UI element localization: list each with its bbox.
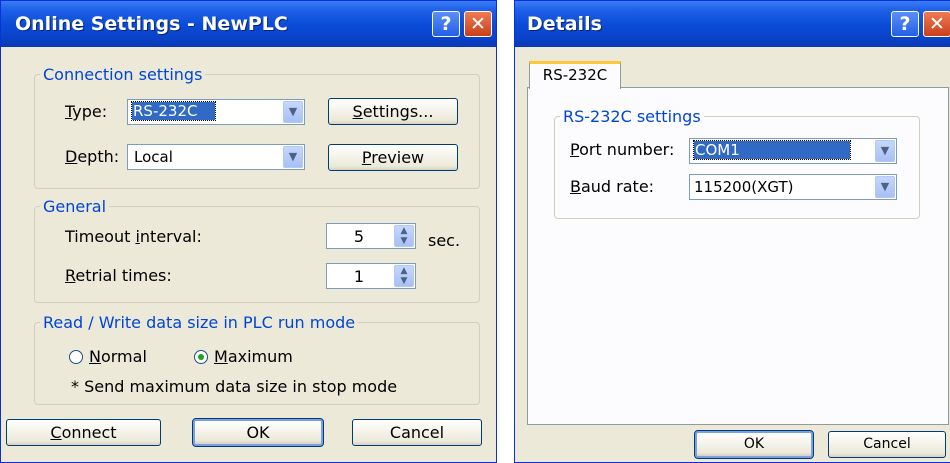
- connect-button[interactable]: Connect: [6, 419, 161, 446]
- cancel-button[interactable]: Cancel: [352, 419, 482, 446]
- stop-mode-note: * Send maximum data size in stop mode: [71, 377, 398, 396]
- port-number-label: Port number:: [570, 140, 675, 159]
- timeout-unit: sec.: [428, 231, 461, 250]
- radio-selected-dot: [198, 354, 204, 360]
- baud-rate-value: 115200(XGT): [694, 178, 794, 196]
- online-settings-dialog: Online Settings - NewPLC ? ✕ Connection …: [0, 0, 497, 463]
- timeout-spinner[interactable]: 5 ▲ ▼: [326, 223, 416, 249]
- help-button[interactable]: ?: [432, 11, 460, 37]
- normal-radio[interactable]: [69, 350, 83, 364]
- read-write-legend: Read / Write data size in PLC run mode: [43, 313, 356, 332]
- type-label: Type:: [65, 102, 108, 121]
- timeout-label: Timeout interval:: [65, 227, 202, 246]
- close-button[interactable]: ✕: [464, 11, 492, 37]
- type-value: RS-232C: [130, 101, 217, 121]
- title-bar[interactable]: Online Settings - NewPLC ? ✕: [1, 1, 496, 47]
- type-combo[interactable]: RS-232C ▼: [127, 99, 305, 125]
- chevron-down-icon[interactable]: ▼: [875, 176, 895, 198]
- maximum-radio[interactable]: [194, 350, 208, 364]
- depth-label: Depth:: [65, 147, 120, 166]
- dialog-title: Online Settings - NewPLC: [15, 13, 288, 35]
- chevron-down-icon[interactable]: ▼: [875, 140, 895, 162]
- general-legend: General: [43, 197, 107, 216]
- preview-button[interactable]: Preview: [328, 144, 458, 171]
- baud-rate-combo[interactable]: 115200(XGT) ▼: [689, 174, 897, 200]
- dialog-title: Details: [527, 13, 602, 35]
- connection-settings-legend: Connection settings: [43, 65, 203, 84]
- baud-rate-label: Baud rate:: [570, 177, 655, 196]
- port-number-combo[interactable]: COM1 ▼: [689, 138, 897, 164]
- details-dialog: Details ? ✕ RS-232C RS-232C settings Por…: [514, 0, 950, 463]
- cancel-button[interactable]: Cancel: [828, 431, 946, 458]
- retrial-spinner[interactable]: 1 ▲ ▼: [326, 263, 416, 289]
- close-button[interactable]: ✕: [923, 11, 950, 37]
- retrial-value: 1: [353, 267, 365, 286]
- spin-arrows-icon[interactable]: ▲ ▼: [394, 225, 414, 247]
- ok-button[interactable]: OK: [694, 430, 814, 459]
- tab-label: RS-232C: [542, 66, 608, 84]
- title-bar[interactable]: Details ? ✕: [515, 1, 950, 47]
- rs232c-settings-legend: RS-232C settings: [563, 107, 701, 126]
- help-button[interactable]: ?: [891, 11, 919, 37]
- settings-button[interactable]: Settings...: [328, 98, 458, 125]
- port-number-value: COM1: [693, 140, 851, 160]
- chevron-down-icon[interactable]: ▼: [283, 101, 303, 123]
- ok-button[interactable]: OK: [192, 418, 324, 447]
- timeout-value: 5: [353, 227, 365, 246]
- retrial-label: Retrial times:: [65, 266, 172, 285]
- normal-label[interactable]: Normal: [89, 347, 147, 366]
- depth-combo[interactable]: Local ▼: [127, 144, 305, 170]
- tab-rs232c[interactable]: RS-232C: [529, 61, 621, 89]
- maximum-label[interactable]: Maximum: [214, 347, 293, 366]
- chevron-down-icon[interactable]: ▼: [283, 146, 303, 168]
- spin-arrows-icon[interactable]: ▲ ▼: [394, 265, 414, 287]
- depth-value: Local: [134, 148, 173, 166]
